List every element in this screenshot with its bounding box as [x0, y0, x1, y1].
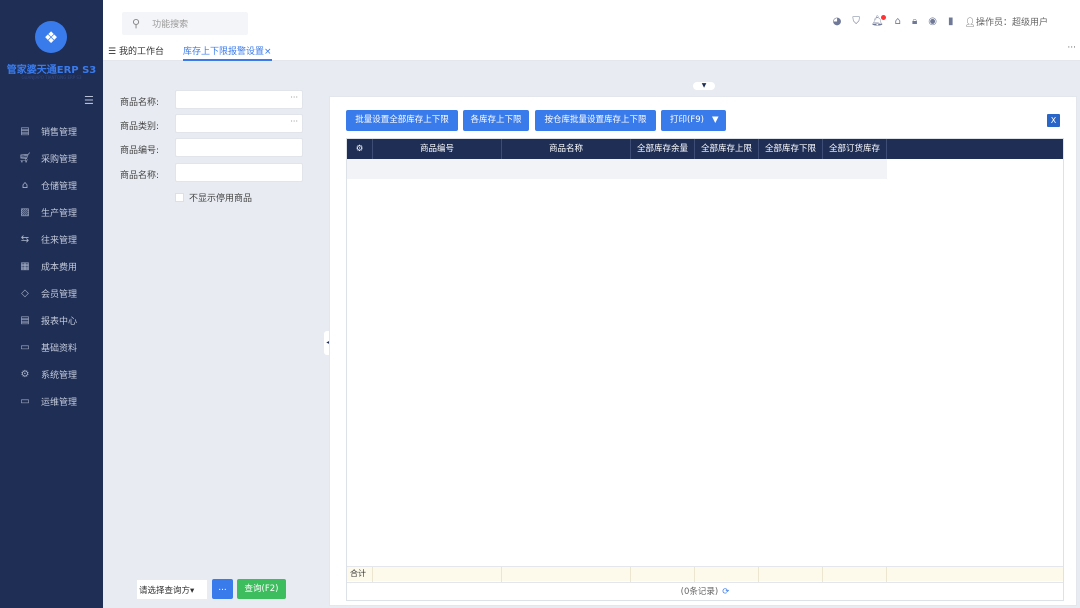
sidebar-nav: ▤ 销售管理 🛒︎ 采购管理 ⌂ 仓储管理 ▨ 生产管理 ⇆ 往来管理 ▦ 成本费用 ◇ 会员管理 ▤ 报表中… — [0, 118, 103, 415]
sidebar-item-label: 生产管理 — [41, 209, 78, 219]
cart-icon: 🛒︎ — [18, 153, 32, 164]
operator-label[interactable]: 👤︎操作员：超级用户 — [965, 15, 1048, 28]
sidebar-item[interactable]: ▤ 报表中心 — [0, 307, 103, 334]
sidebar-item-label: 会员管理 — [41, 290, 78, 300]
sidebar-item-label: 报表中心 — [41, 317, 78, 327]
print-button[interactable]: 打印(F9) ▼ — [661, 110, 726, 131]
col-product-code[interactable]: 商品编号 — [373, 139, 502, 159]
bell-icon[interactable]: 🔔︎ — [871, 15, 886, 27]
production-icon: ▨ — [20, 207, 30, 218]
sidebar-item-label: 销售管理 — [41, 128, 78, 138]
sum-row: 合计 — [347, 566, 1063, 582]
lock-icon[interactable]: 🔒︎ — [912, 16, 917, 27]
filter-product-code: 商品编号: — [103, 138, 318, 158]
search-icon: ⚲ — [132, 17, 141, 30]
search-input[interactable]: ⚲ 功能搜索 — [122, 12, 248, 35]
sidebar-item[interactable]: ▨ 生产管理 — [0, 199, 103, 226]
filter-product-category: 商品类别: ··· — [103, 114, 318, 134]
hide-disabled-checkbox[interactable]: 不显示停用商品 — [175, 191, 252, 204]
brand-subtitle: GUANJIAPO TIANTONG ERP S3 — [21, 75, 82, 80]
sidebar-item[interactable]: ▭ 运维管理 — [0, 388, 103, 415]
search-placeholder: 功能搜索 — [152, 20, 189, 30]
tab-workbench[interactable]: ☰ 我的工作台 — [108, 44, 164, 57]
sidebar-item-label: 往来管理 — [41, 236, 78, 246]
chart-icon[interactable]: ◕ — [833, 16, 842, 27]
batch-set-all-limits-button[interactable]: 批量设置全部库存上下限 — [346, 110, 458, 131]
ellipsis-icon[interactable]: ··· — [290, 93, 298, 102]
menu-icon: ☰ — [108, 47, 119, 57]
query-options-button[interactable]: ... — [212, 579, 233, 599]
refresh-icon[interactable]: ◉ — [928, 16, 937, 27]
user-icon: 👤︎ — [964, 18, 976, 28]
sidebar-item[interactable]: ▦ 成本费用 — [0, 253, 103, 280]
data-grid: ⚙ 商品编号 商品名称 全部库存余量 全部库存上限 全部库存下限 全部订货库存 … — [346, 138, 1064, 601]
calculator-icon: ▦ — [20, 261, 30, 272]
sales-icon: ▤ — [20, 126, 30, 137]
monitor-icon: ▭ — [20, 396, 30, 407]
excel-export-icon[interactable]: X — [1047, 114, 1060, 127]
more-icon[interactable]: ··· — [1067, 43, 1076, 53]
sidebar-item[interactable]: ▭ 基础资料 — [0, 334, 103, 361]
exchange-icon: ⇆ — [20, 234, 30, 245]
product-name-input[interactable]: ··· — [175, 90, 303, 109]
col-product-name[interactable]: 商品名称 — [502, 139, 631, 159]
empty-row — [347, 159, 887, 179]
col-upper-limit[interactable]: 全部库存上限 — [695, 139, 759, 159]
warehouse-icon: ⌂ — [21, 180, 29, 191]
query-scheme-select[interactable]: 请选择查询方▾ — [137, 580, 207, 599]
collapse-menu-icon[interactable]: ☰ — [84, 94, 94, 107]
top-bar: ⚲ 功能搜索 ◕ ⛉ 🔔︎ ⌂ 🔒︎ ◉ ▮ 👤︎操作员：超级用户 — [103, 0, 1080, 40]
product-code-input[interactable] — [175, 138, 303, 157]
gear-icon: ⚙ — [20, 369, 30, 380]
door-icon[interactable]: ▮ — [948, 16, 954, 27]
brand-name: 管家婆天通ERP S3 — [6, 65, 97, 76]
sidebar-item-label: 系统管理 — [41, 371, 78, 381]
ellipsis-icon[interactable]: ··· — [290, 117, 298, 126]
refresh-icon[interactable]: ⟳ — [722, 587, 729, 597]
home-icon[interactable]: ⌂ — [895, 16, 901, 27]
sidebar: ❖ 管家婆天通ERP S3 GUANJIAPO TIANTONG ERP S3 … — [0, 0, 103, 608]
col-total-stock[interactable]: 全部库存余量 — [631, 139, 695, 159]
sidebar-item[interactable]: 🛒︎ 采购管理 — [0, 145, 103, 172]
main-panel: 批量设置全部库存上下限 各库存上下限 按仓库批量设置库存上下限 打印(F9) ▼ … — [329, 96, 1077, 606]
sum-label: 合计 — [347, 567, 373, 582]
caret-down-icon: ▾ — [190, 586, 195, 596]
settings-gear-icon[interactable]: ⚙ — [347, 139, 373, 159]
product-name-input-2[interactable] — [175, 163, 303, 182]
col-lower-limit[interactable]: 全部库存下限 — [759, 139, 823, 159]
grid-header: ⚙ 商品编号 商品名称 全部库存余量 全部库存上限 全部库存下限 全部订货库存 — [347, 139, 1063, 159]
sidebar-item[interactable]: ◇ 会员管理 — [0, 280, 103, 307]
sidebar-item-label: 仓储管理 — [41, 182, 78, 192]
report-icon: ▤ — [20, 315, 30, 326]
product-category-input[interactable]: ··· — [175, 114, 303, 133]
batch-set-by-warehouse-button[interactable]: 按仓库批量设置库存上下限 — [535, 110, 656, 131]
logo-icon: ❖ — [35, 21, 67, 53]
record-count: (0条记录) — [680, 587, 719, 597]
col-order-stock[interactable]: 全部订货库存 — [823, 139, 887, 159]
filter-product-name-2: 商品名称: — [103, 163, 318, 183]
sidebar-item-label: 采购管理 — [41, 155, 78, 165]
filter-product-name: 商品名称: ··· — [103, 90, 318, 110]
sidebar-item-label: 运维管理 — [41, 398, 78, 408]
per-stock-limits-button[interactable]: 各库存上下限 — [463, 110, 529, 131]
sidebar-item[interactable]: ▤ 销售管理 — [0, 118, 103, 145]
sidebar-item[interactable]: ⚙ 系统管理 — [0, 361, 103, 388]
id-card-icon: ▭ — [20, 342, 30, 353]
sidebar-item[interactable]: ⌂ 仓储管理 — [0, 172, 103, 199]
expand-toggle-icon[interactable]: ▼ — [693, 82, 715, 90]
sidebar-item-label: 基础资料 — [41, 344, 78, 354]
shield-icon[interactable]: ⛉ — [852, 16, 860, 27]
grid-footer: (0条记录) ⟳ — [347, 582, 1063, 601]
tab-stock-limit-alert[interactable]: 库存上下限报警设置× — [183, 44, 272, 61]
caret-down-icon[interactable]: ▼ — [712, 115, 719, 125]
diamond-icon: ◇ — [21, 288, 29, 299]
sidebar-item-label: 成本费用 — [41, 263, 78, 273]
sidebar-item[interactable]: ⇆ 往来管理 — [0, 226, 103, 253]
tab-bar: ☰ 我的工作台 库存上下限报警设置× ··· — [103, 40, 1080, 61]
query-button[interactable]: 查询(F2) — [237, 579, 286, 599]
